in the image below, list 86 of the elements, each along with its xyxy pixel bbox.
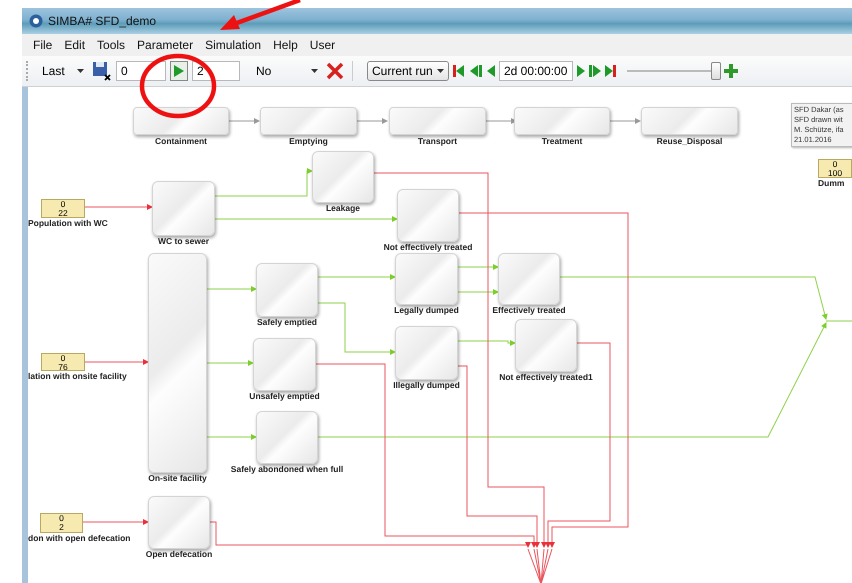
block-label: Open defecation (146, 550, 212, 559)
source-label: lation with onsite facility (28, 372, 127, 381)
option-dropdown[interactable]: No (252, 61, 322, 81)
app-icon (29, 14, 43, 28)
process-block[interactable] (152, 181, 215, 236)
block-label: Legally dumped (394, 306, 459, 315)
block-label: Not effectively treated1 (499, 373, 593, 382)
caret-icon (77, 69, 84, 73)
block-label: Illegally dumped (393, 381, 460, 390)
caret-icon (311, 69, 318, 73)
process-block[interactable] (256, 263, 318, 317)
block-label: On-site facility (148, 474, 207, 483)
connector-line (228, 118, 260, 124)
connector-line (84, 359, 149, 365)
stage-label: Treatment (542, 137, 582, 146)
process-block[interactable] (515, 319, 577, 372)
source-total: 100 (828, 169, 842, 177)
play-button[interactable] (170, 61, 188, 81)
stage-label: Reuse_Disposal (656, 137, 722, 146)
source-value: 0 (59, 514, 64, 523)
fast-forward-button[interactable] (589, 64, 601, 78)
connector-line (206, 286, 257, 292)
source-label: Dumm (818, 179, 844, 188)
first-step-button[interactable] (453, 64, 465, 78)
connector-line (206, 434, 257, 440)
save-icon[interactable] (92, 61, 112, 81)
menu-item[interactable]: Edit (58, 36, 92, 54)
connector-line (486, 118, 517, 124)
menu-item[interactable]: User (304, 36, 342, 54)
block-label: Effectively treated (492, 306, 566, 315)
source-block[interactable]: 0 100 (818, 159, 852, 178)
process-block[interactable] (148, 496, 210, 549)
source-value: 0 (60, 354, 66, 363)
process-block[interactable] (148, 253, 207, 473)
close-icon[interactable] (326, 62, 344, 80)
block-label: Unsafely emptied (249, 392, 320, 401)
stage-label: Transport (418, 137, 458, 146)
last-step-button[interactable] (605, 64, 617, 78)
step-forward-button[interactable] (577, 64, 585, 78)
block-label: Not effectively treated (384, 243, 472, 252)
process-block[interactable] (395, 326, 458, 380)
play-icon (173, 64, 185, 78)
source-value: 0 (60, 200, 66, 209)
menu-item[interactable]: Help (267, 36, 304, 54)
time-slider[interactable] (627, 61, 719, 81)
source-block[interactable]: 0 76 (41, 353, 85, 371)
connector-line (206, 360, 254, 366)
source-value: 0 (832, 160, 838, 169)
source-label: don with open defecation (28, 534, 130, 543)
fast-back-button[interactable] (469, 64, 483, 78)
process-block[interactable] (312, 151, 374, 203)
source-block[interactable]: 0 2 (40, 513, 83, 533)
source-total: 76 (58, 363, 68, 370)
menu-item[interactable]: File (27, 36, 58, 54)
menu-item[interactable]: Parameter (131, 36, 200, 54)
connector-line (356, 118, 388, 124)
window-title: SIMBA# SFD_demo (48, 14, 156, 28)
slider-thumb[interactable] (711, 62, 722, 80)
add-icon[interactable] (723, 63, 739, 79)
block-label: Safely abondoned when full (230, 465, 344, 474)
connector-line (84, 204, 153, 210)
process-block[interactable] (397, 189, 459, 242)
funnel-lines (528, 548, 552, 583)
menu-item[interactable]: Simulation (199, 36, 268, 54)
block-label: Safely emptied (257, 318, 317, 327)
mode-dropdown[interactable]: Last (38, 61, 88, 81)
process-block[interactable] (498, 253, 560, 305)
connector-line (610, 118, 641, 124)
block-label: WC to sewer (158, 237, 209, 246)
menu-item[interactable]: Tools (91, 36, 132, 54)
time-field[interactable]: 2d 00:00:00 (499, 61, 573, 81)
process-block[interactable] (395, 253, 458, 305)
stage-block[interactable] (133, 107, 229, 135)
step-back-button[interactable] (487, 64, 495, 78)
block-label: Leakage (326, 204, 360, 213)
process-block[interactable] (253, 338, 316, 391)
connector-line (82, 519, 149, 525)
caret-icon (437, 69, 444, 73)
process-block[interactable] (256, 411, 318, 464)
stage-label: Emptying (289, 137, 328, 146)
source-total: 2 (59, 523, 64, 532)
source-block[interactable]: 0 22 (41, 199, 85, 218)
source-label: Population with WC (28, 219, 108, 228)
stage-label: Containment (155, 137, 207, 146)
source-total: 22 (58, 209, 68, 217)
run-dropdown[interactable]: Current run (367, 61, 449, 81)
